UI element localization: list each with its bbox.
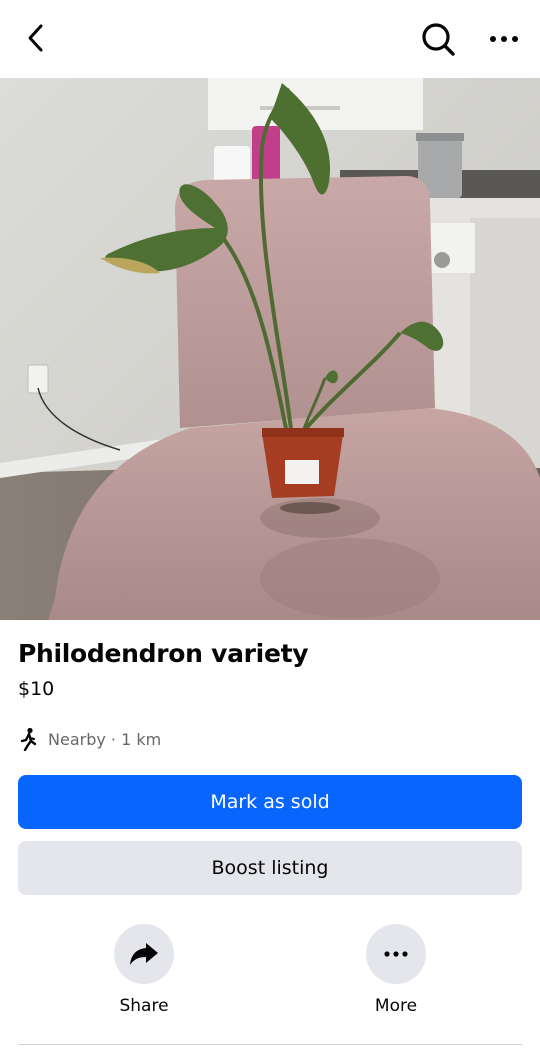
- listing-price: $10: [18, 678, 55, 700]
- location-text: Nearby · 1 km: [48, 729, 162, 749]
- search-button[interactable]: [418, 19, 458, 59]
- ellipsis-icon: [384, 951, 408, 957]
- share-arrow-icon: [130, 943, 158, 965]
- share-button[interactable]: Share: [94, 924, 194, 1016]
- chevron-left-icon: [28, 24, 43, 52]
- mark-as-sold-button[interactable]: Mark as sold: [18, 775, 522, 829]
- plant-photo-image: [0, 78, 540, 620]
- share-circle[interactable]: [114, 924, 174, 984]
- listing-title: Philodendron variety: [18, 639, 309, 668]
- back-button[interactable]: [18, 20, 54, 56]
- search-icon: [422, 23, 455, 56]
- divider: [18, 1044, 522, 1045]
- boost-listing-button[interactable]: Boost listing: [18, 841, 522, 895]
- more-circle[interactable]: [366, 924, 426, 984]
- listing-photo[interactable]: [0, 78, 540, 620]
- more-label: More: [374, 996, 418, 1016]
- listing-location: Nearby · 1 km: [18, 726, 161, 752]
- share-label: Share: [119, 996, 169, 1016]
- ellipsis-icon: [490, 36, 518, 42]
- more-actions-button[interactable]: More: [346, 924, 446, 1016]
- listing-info: Philodendron variety $10: [18, 634, 522, 704]
- more-options-button[interactable]: [484, 20, 524, 58]
- walking-person-icon: [20, 727, 37, 751]
- top-bar: [0, 0, 540, 78]
